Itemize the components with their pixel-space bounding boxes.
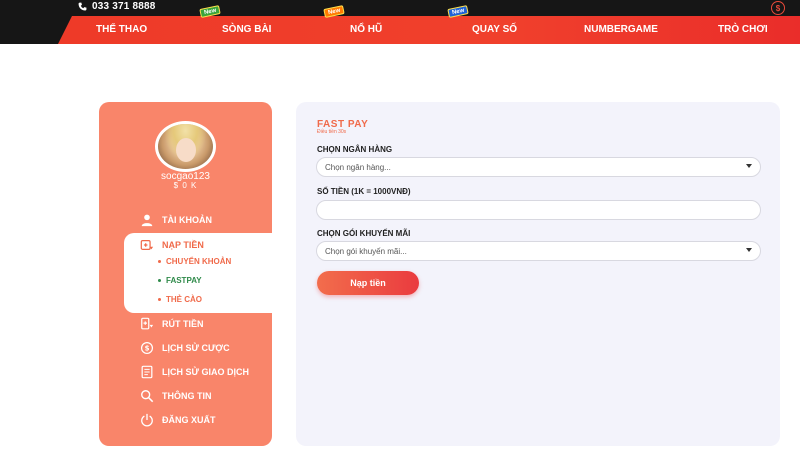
sidebar-item-dang-xuat[interactable]: ĐĂNG XUẤT [140,411,216,429]
bullet-icon [158,278,161,282]
account-balance: $ 0 K [173,181,198,190]
nav-item-no-hu[interactable]: New NỔ HŨ [323,4,382,44]
sidebar-item-rut-tien[interactable]: RÚT TIỀN [140,315,204,333]
chevron-down-icon [746,248,752,252]
top-bar: 033 371 8888 $ [0,0,800,16]
bank-select-value: Chọn ngân hàng... [325,162,391,172]
deposit-icon [140,240,154,250]
bet-history-icon: $ [140,341,154,355]
sidebar-item-lich-su-giao-dich[interactable]: LỊCH SỬ GIAO DỊCH [140,363,249,381]
logout-icon [141,413,153,427]
chevron-down-icon [746,164,752,168]
bank-select[interactable]: Chọn ngân hàng... [316,157,761,177]
bullet-icon [158,297,161,301]
promo-select[interactable]: Chọn gói khuyến mãi... [316,241,761,261]
sub-item-fastpay[interactable]: FASTPAY [158,273,202,287]
avatar-face [176,138,196,162]
deposit-submit-button[interactable]: Nạp tiền [317,271,419,295]
avatar[interactable] [155,121,216,172]
user-icon [141,214,153,227]
sidebar-item-lich-su-cuoc[interactable]: $ LỊCH SỬ CƯỢC [140,339,230,357]
sidebar-item-nap-tien[interactable]: NẠP TIỀN [140,237,204,253]
promo-select-value: Chọn gói khuyến mãi... [325,246,407,256]
hotline-number: 033 371 8888 [92,1,156,12]
sub-item-the-cao[interactable]: THẺ CÀO [158,292,202,306]
amount-input[interactable] [316,200,761,220]
withdraw-icon [141,317,154,330]
sidebar-item-thong-tin[interactable]: THÔNG TIN [140,387,212,405]
amount-label: SỐ TIỀN (1K = 1000VNĐ) [317,187,411,196]
main-nav [58,16,800,44]
currency-icon[interactable]: $ [771,1,785,15]
hotline[interactable]: 033 371 8888 [78,1,156,12]
nav-item-numbergame[interactable]: NUMBERGAME [584,16,658,44]
form-subtitle: Điều tiền 30s [317,129,347,135]
nav-item-tro-choi[interactable]: TRÒ CHƠI [718,16,768,44]
nav-item-the-thao[interactable]: THỂ THAO [96,16,147,44]
phone-icon [78,2,87,11]
bank-label: CHỌN NGÂN HÀNG [317,145,393,154]
info-search-icon [141,390,154,403]
sidebar-item-tai-khoan[interactable]: TÀI KHOẢN [140,211,212,229]
nav-item-quay-so[interactable]: New QUAY SỐ [447,4,517,44]
bullet-icon [158,259,161,263]
promo-label: CHỌN GÓI KHUYẾN MÃI [317,229,411,238]
nav-item-song-bai[interactable]: New SÒNG BÀI [199,4,271,44]
transaction-history-icon [141,365,153,379]
sub-item-chuyen-khoan[interactable]: CHUYỂN KHOẢN [158,254,231,268]
svg-text:$: $ [145,345,150,353]
